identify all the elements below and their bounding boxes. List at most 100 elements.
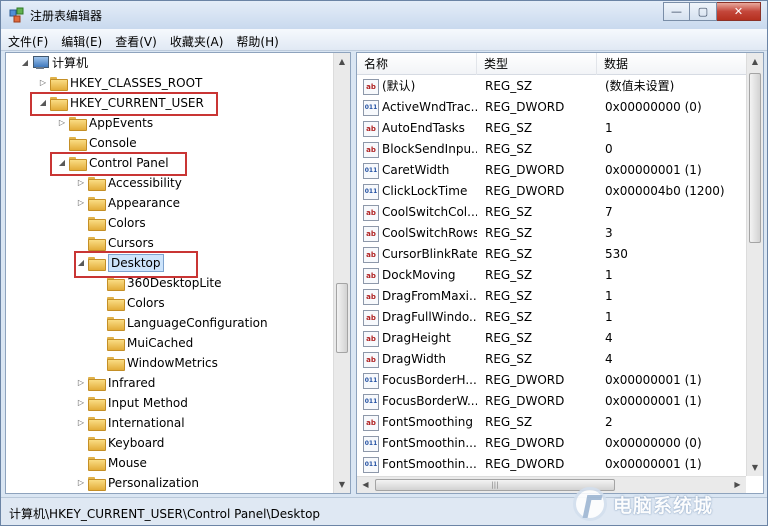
list-item[interactable]: ab (默认) REG_SZ (数值未设置): [357, 76, 747, 97]
value-type: REG_SZ: [485, 226, 533, 240]
folder-icon: [88, 237, 106, 251]
expand-arrow-icon[interactable]: ▷: [76, 193, 86, 213]
tree-item-hkey-classes-root[interactable]: ▷ HKEY_CLASSES_ROOT: [38, 73, 202, 93]
tree-item-international[interactable]: ▷ International: [76, 413, 185, 433]
list-item[interactable]: ab FontSmoothing REG_SZ 2: [357, 412, 747, 433]
tree-item-label: Colors: [108, 216, 146, 230]
value-data: 1: [605, 121, 613, 135]
expand-arrow-icon[interactable]: ▷: [76, 393, 86, 413]
close-button[interactable]: ✕: [717, 2, 761, 21]
tree-item-mouse[interactable]: Mouse: [76, 453, 147, 473]
highlight-box-control-panel: [50, 152, 187, 176]
tree-item-accessibility[interactable]: ▷ Accessibility: [76, 173, 182, 193]
expand-arrow-icon[interactable]: ▷: [76, 473, 86, 493]
list-item[interactable]: ab CoolSwitchRows REG_SZ 3: [357, 223, 747, 244]
folder-icon: [69, 117, 87, 131]
folder-icon: [88, 397, 106, 411]
value-type: REG_SZ: [485, 310, 533, 324]
tree-item-windowmetrics[interactable]: WindowMetrics: [95, 353, 218, 373]
scroll-up-icon[interactable]: ▲: [747, 53, 763, 70]
value-data: 0x00000001 (1): [605, 373, 702, 387]
list-item[interactable]: ab BlockSendInpu... REG_SZ 0: [357, 139, 747, 160]
tree-vertical-scrollbar[interactable]: ▲ ▼: [333, 53, 350, 493]
value-type: REG_DWORD: [485, 100, 565, 114]
tree-item-languageconfiguration[interactable]: LanguageConfiguration: [95, 313, 268, 333]
tree-item-appearance[interactable]: ▷ Appearance: [76, 193, 180, 213]
dword-value-icon: 011: [363, 435, 379, 452]
expand-arrow-icon[interactable]: ▷: [76, 373, 86, 393]
list-item[interactable]: ab CursorBlinkRate REG_SZ 530: [357, 244, 747, 265]
list-item[interactable]: 011 CaretWidth REG_DWORD 0x00000001 (1): [357, 160, 747, 181]
expand-arrow-icon[interactable]: ▷: [57, 113, 67, 133]
expand-arrow-icon[interactable]: ▷: [76, 173, 86, 193]
list-item[interactable]: ab DockMoving REG_SZ 1: [357, 265, 747, 286]
computer-icon: [32, 56, 49, 70]
tree-item-label: Cursors: [108, 236, 154, 250]
value-name: ActiveWndTrac...: [382, 100, 477, 114]
tree-item-keyboard[interactable]: Keyboard: [76, 433, 164, 453]
string-value-icon: ab: [363, 141, 379, 158]
value-type: REG_SZ: [485, 415, 533, 429]
title-bar[interactable]: 注册表编辑器 — ▢ ✕: [1, 1, 767, 29]
value-name: FontSmoothin...: [382, 457, 477, 471]
dword-value-icon: 011: [363, 393, 379, 410]
string-value-icon: ab: [363, 351, 379, 368]
maximize-button[interactable]: ▢: [690, 2, 717, 21]
collapse-arrow-icon[interactable]: ◢: [20, 53, 30, 73]
list-item[interactable]: ab DragHeight REG_SZ 4: [357, 328, 747, 349]
value-data: 0x00000001 (1): [605, 457, 702, 471]
tree-item-muicached[interactable]: MuiCached: [95, 333, 193, 353]
expand-arrow-icon[interactable]: ▷: [76, 413, 86, 433]
column-header-name[interactable]: 名称: [357, 53, 477, 75]
tree-item-cursors[interactable]: Cursors: [76, 233, 154, 253]
scroll-thumb[interactable]: [336, 283, 348, 353]
list-item[interactable]: 011 FocusBorderH... REG_DWORD 0x00000001 (1…: [357, 370, 747, 391]
tree-item-input-method[interactable]: ▷ Input Method: [76, 393, 188, 413]
key-tree-pane[interactable]: ◢ 计算机 ▷ HKEY_CLASSES_ROOT ◢ HKEY_CURRENT…: [5, 52, 351, 494]
value-name: DragHeight: [382, 331, 451, 345]
list-item[interactable]: 011 FontSmoothin... REG_DWORD 0x00000000 (0…: [357, 433, 747, 454]
tree-item-desktop-colors[interactable]: Colors: [95, 293, 165, 313]
list-item[interactable]: ab AutoEndTasks REG_SZ 1: [357, 118, 747, 139]
folder-icon: [88, 437, 106, 451]
column-header-type[interactable]: 类型: [477, 53, 597, 75]
string-value-icon: ab: [363, 288, 379, 305]
tree-item-console[interactable]: Console: [57, 133, 137, 153]
expand-arrow-icon[interactable]: ▷: [38, 73, 48, 93]
scroll-down-icon[interactable]: ▼: [334, 476, 350, 493]
menu-help[interactable]: 帮助(H): [229, 29, 284, 50]
values-list-pane[interactable]: 名称 类型 数据 ab (默认) REG_SZ (数值未设置) 011 ActiveWnd…: [356, 52, 764, 494]
list-item[interactable]: 011 FocusBorderW... REG_DWORD 0x00000001 (1…: [357, 391, 747, 412]
menu-edit[interactable]: 编辑(E): [54, 29, 108, 50]
tree-item-infrared[interactable]: ▷ Infrared: [76, 373, 155, 393]
list-item[interactable]: 011 FontSmoothin... REG_DWORD 0x00000001 (1…: [357, 454, 747, 475]
menu-view[interactable]: 查看(V): [108, 29, 163, 50]
tree-item-computer[interactable]: ◢ 计算机: [20, 53, 88, 73]
value-data: 1: [605, 268, 613, 282]
string-value-icon: ab: [363, 414, 379, 431]
list-vertical-scrollbar[interactable]: ▲ ▼: [746, 53, 763, 476]
menu-file[interactable]: 文件(F): [1, 29, 54, 50]
value-data: 1: [605, 310, 613, 324]
tree-item-personalization[interactable]: ▷ Personalization: [76, 473, 199, 493]
list-item[interactable]: 011 ActiveWndTrac... REG_DWORD 0x00000000 (…: [357, 97, 747, 118]
list-item[interactable]: ab DragFullWindo... REG_SZ 1: [357, 307, 747, 328]
list-item[interactable]: ab DragFromMaxi... REG_SZ 1: [357, 286, 747, 307]
value-name: (默认): [382, 79, 416, 93]
tree-item-label: International: [108, 416, 185, 430]
scroll-thumb[interactable]: [749, 73, 761, 243]
menu-favorites[interactable]: 收藏夹(A): [163, 29, 230, 50]
list-item[interactable]: ab CoolSwitchCol... REG_SZ 7: [357, 202, 747, 223]
list-item[interactable]: ab DragWidth REG_SZ 4: [357, 349, 747, 370]
tree-item-colors[interactable]: Colors: [76, 213, 146, 233]
column-header-data[interactable]: 数据: [597, 53, 747, 75]
scroll-left-icon[interactable]: ◀: [357, 477, 374, 493]
minimize-button[interactable]: —: [663, 2, 690, 21]
list-item[interactable]: 011 ClickLockTime REG_DWORD 0x000004b0 (120…: [357, 181, 747, 202]
scroll-down-icon[interactable]: ▼: [747, 459, 763, 476]
tree-item-label: Colors: [127, 296, 165, 310]
tree-item-appevents[interactable]: ▷ AppEvents: [57, 113, 153, 133]
scroll-up-icon[interactable]: ▲: [334, 53, 350, 70]
value-name: DragWidth: [382, 352, 447, 366]
value-data: 4: [605, 352, 613, 366]
